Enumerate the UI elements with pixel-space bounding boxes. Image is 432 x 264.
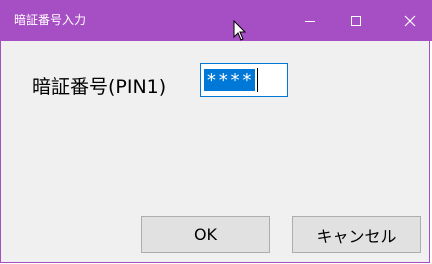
pin-input-value: **** — [204, 69, 256, 91]
mouse-cursor-icon — [233, 20, 247, 41]
close-icon — [404, 15, 416, 26]
maximize-icon — [351, 15, 361, 26]
cancel-button[interactable]: キャンセル — [292, 216, 421, 253]
maximize-button[interactable] — [333, 0, 379, 41]
ok-button[interactable]: OK — [141, 216, 270, 253]
pin-label: 暗証番号(PIN1) — [32, 76, 167, 98]
dialog-window: 暗証番号入力 暗証番号(PIN1) **** OK キャンセル — [0, 0, 432, 263]
pin-input[interactable]: **** — [200, 63, 288, 97]
window-title: 暗証番号入力 — [14, 13, 87, 27]
minimize-icon — [305, 20, 315, 22]
close-button[interactable] — [387, 0, 432, 41]
title-bar[interactable]: 暗証番号入力 — [1, 0, 432, 41]
minimize-button[interactable] — [287, 0, 333, 41]
text-caret — [257, 68, 258, 92]
